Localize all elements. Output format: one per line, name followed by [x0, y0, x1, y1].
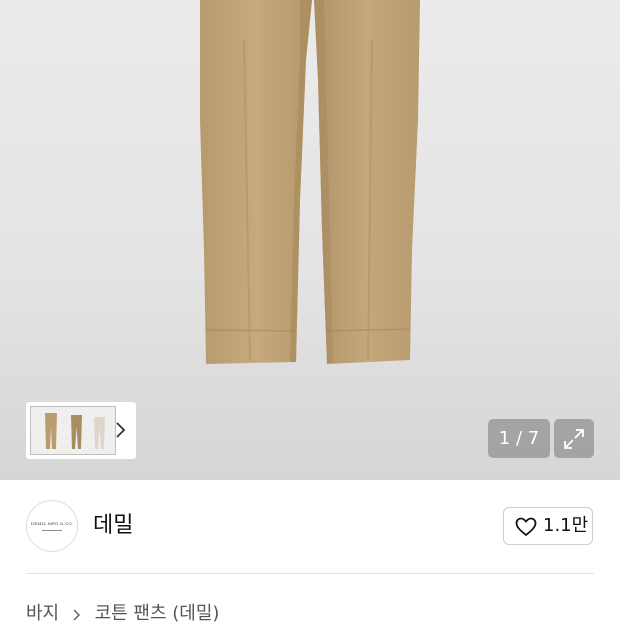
heart-icon	[515, 517, 537, 536]
chevron-right-icon	[65, 601, 89, 627]
product-image-area[interactable]: 1 / 7	[0, 0, 620, 480]
brand-row: DEMIL MFG & CO. 데밀 1.1만	[0, 480, 620, 574]
image-counter: 1 / 7	[488, 419, 550, 458]
like-count: 1.1만	[543, 515, 589, 536]
brand-name[interactable]: 데밀	[93, 513, 133, 539]
logo-divider	[42, 530, 62, 531]
breadcrumb: 바지 코튼 팬츠 (데밀)	[26, 601, 219, 631]
expand-icon	[564, 429, 584, 449]
like-button[interactable]: 1.1만	[503, 507, 593, 545]
breadcrumb-category[interactable]: 바지	[26, 601, 59, 627]
divider	[26, 573, 594, 574]
thumbnail-strip[interactable]	[26, 402, 136, 459]
expand-button[interactable]	[554, 419, 594, 458]
brand-logo-text: DEMIL MFG & CO.	[30, 521, 74, 526]
breadcrumb-subcategory[interactable]: 코튼 팬츠 (데밀)	[95, 601, 220, 627]
brand-logo[interactable]: DEMIL MFG & CO.	[26, 500, 78, 552]
pants-thumbnail[interactable]	[30, 406, 116, 455]
chevron-right-icon[interactable]	[110, 420, 130, 440]
